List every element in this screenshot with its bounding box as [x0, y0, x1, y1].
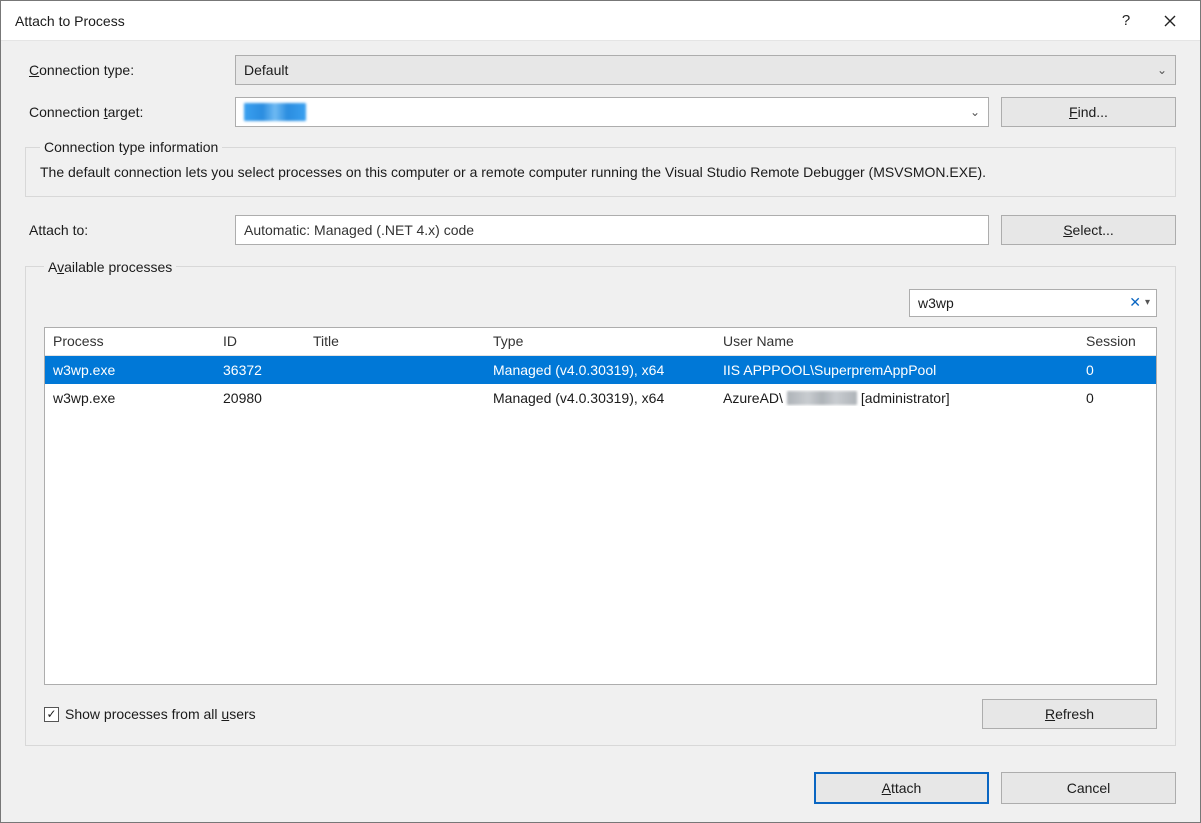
connection-info-legend: Connection type information [40, 139, 222, 155]
attach-to-value: Automatic: Managed (.NET 4.x) code [235, 215, 989, 245]
dialog-footer: Attach Cancel [25, 772, 1176, 804]
attach-to-row: Attach to: Automatic: Managed (.NET 4.x)… [25, 215, 1176, 245]
close-button[interactable] [1148, 7, 1192, 35]
processes-bottom-row: ✓ Show processes from all users Refresh [44, 699, 1157, 729]
connection-target-row: Connection target: ⌄ Find... [25, 97, 1176, 127]
connection-type-value: Default [244, 62, 288, 78]
help-button[interactable]: ? [1104, 7, 1148, 35]
select-button[interactable]: Select... [1001, 215, 1176, 245]
attach-button[interactable]: Attach [814, 772, 989, 804]
refresh-button[interactable]: Refresh [982, 699, 1157, 729]
clear-filter-icon[interactable]: ✕ [1129, 294, 1141, 311]
connection-info-groupbox: Connection type information The default … [25, 139, 1176, 197]
available-processes-group: Available processes w3wp ✕ ▾ Process ID … [25, 259, 1176, 746]
connection-type-combo[interactable]: Default ⌄ [235, 55, 1176, 85]
process-listview[interactable]: Process ID Title Type User Name Session … [44, 327, 1157, 685]
redacted-text [244, 103, 306, 121]
table-row[interactable]: w3wp.exe 20980 Managed (v4.0.30319), x64… [45, 384, 1156, 412]
connection-target-input[interactable]: ⌄ [235, 97, 989, 127]
chevron-down-icon: ⌄ [970, 105, 980, 119]
col-session[interactable]: Session [1078, 333, 1156, 349]
process-filter-value: w3wp [918, 295, 1129, 311]
dialog-body: Connection type: Default ⌄ Connection ta… [1, 41, 1200, 822]
attach-to-process-dialog: Attach to Process ? Connection type: Def… [0, 0, 1201, 823]
listview-body: w3wp.exe 36372 Managed (v4.0.30319), x64… [45, 356, 1156, 684]
listview-header: Process ID Title Type User Name Session [45, 328, 1156, 356]
connection-target-label: Connection target: [25, 104, 235, 120]
chevron-down-icon: ⌄ [1157, 63, 1167, 77]
col-title[interactable]: Title [305, 333, 485, 349]
filter-row: w3wp ✕ ▾ [44, 289, 1157, 317]
col-id[interactable]: ID [215, 333, 305, 349]
connection-type-row: Connection type: Default ⌄ [25, 55, 1176, 85]
chevron-down-icon[interactable]: ▾ [1145, 297, 1150, 308]
available-processes-legend: Available processes [44, 259, 176, 275]
col-process[interactable]: Process [45, 333, 215, 349]
attach-to-label: Attach to: [25, 222, 235, 238]
checkbox-icon: ✓ [44, 707, 59, 722]
show-all-users-checkbox[interactable]: ✓ Show processes from all users [44, 706, 256, 722]
table-row[interactable]: w3wp.exe 36372 Managed (v4.0.30319), x64… [45, 356, 1156, 384]
process-filter-input[interactable]: w3wp ✕ ▾ [909, 289, 1157, 317]
titlebar: Attach to Process ? [1, 1, 1200, 41]
close-icon [1164, 15, 1176, 27]
redacted-text [787, 391, 857, 405]
col-type[interactable]: Type [485, 333, 715, 349]
find-button[interactable]: Find... [1001, 97, 1176, 127]
connection-type-label: Connection type: [25, 62, 235, 78]
cancel-button[interactable]: Cancel [1001, 772, 1176, 804]
window-title: Attach to Process [15, 13, 1104, 29]
connection-info-text: The default connection lets you select p… [40, 163, 1161, 182]
col-user[interactable]: User Name [715, 333, 1078, 349]
